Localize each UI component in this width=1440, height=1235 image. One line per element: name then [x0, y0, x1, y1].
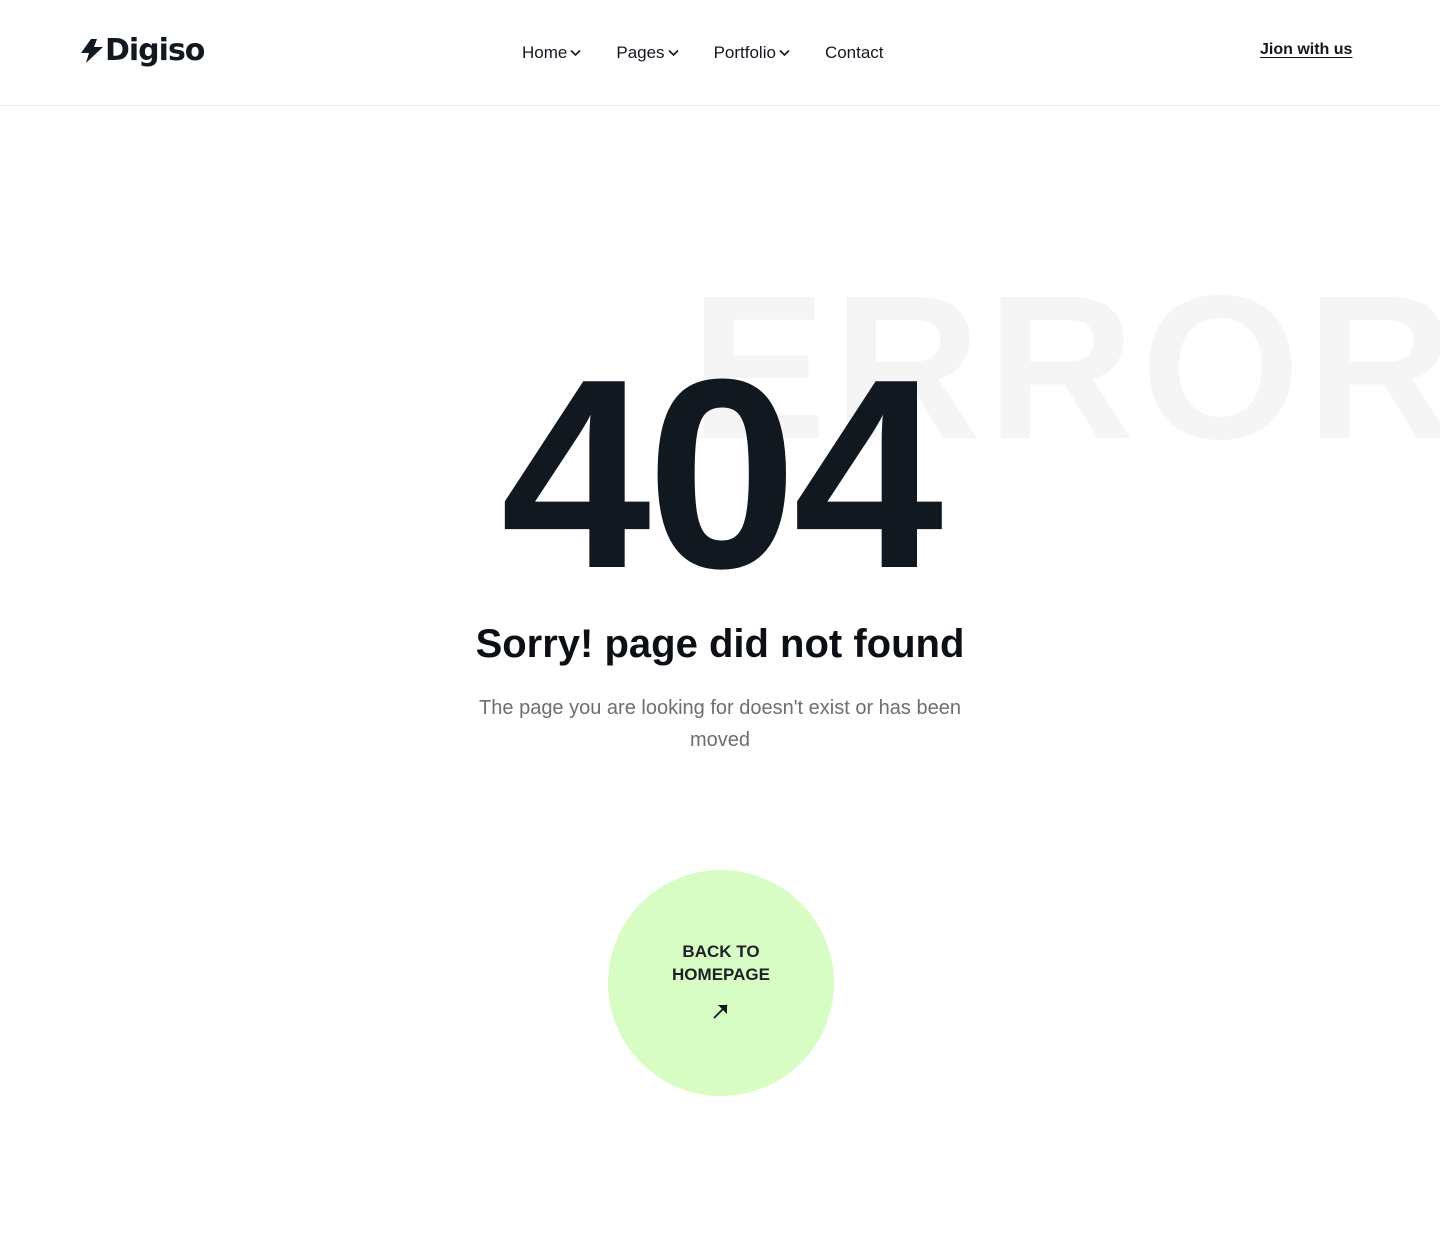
error-code: 404: [500, 324, 943, 625]
nav-item-label: Pages: [616, 43, 665, 62]
nav-item-home[interactable]: Home: [522, 43, 581, 63]
nav-item-pages[interactable]: Pages: [616, 43, 679, 63]
back-to-homepage-button[interactable]: BACK TO HOMEPAGE: [608, 870, 834, 1096]
error-title: Sorry! page did not found: [475, 622, 965, 666]
chevron-down-icon: [667, 49, 679, 57]
brand-name: Digiso: [105, 33, 205, 68]
nav-item-label: Portfolio: [713, 43, 776, 62]
bolt-logo-icon: [81, 39, 103, 63]
brand-logo[interactable]: Digiso: [80, 33, 205, 69]
nav-item-portfolio[interactable]: Portfolio: [714, 43, 790, 63]
join-link[interactable]: Jion with us: [1260, 41, 1352, 59]
arrow-up-right-icon: [713, 1004, 728, 1019]
nav-item-label: Contact: [824, 43, 884, 62]
cta-label: BACK TO HOMEPAGE: [672, 942, 770, 984]
main-nav: Home Pages Portfolio Contact: [522, 40, 884, 66]
chevron-down-icon: [779, 49, 790, 57]
nav-item-contact[interactable]: Contact: [825, 43, 884, 63]
error-description: The page you are looking for doesn't exi…: [479, 697, 961, 751]
nav-item-label: Home: [522, 43, 568, 62]
chevron-down-icon: [570, 49, 581, 57]
site-header: Digiso Home Pages Portfolio Contact Jion…: [0, 0, 1440, 106]
